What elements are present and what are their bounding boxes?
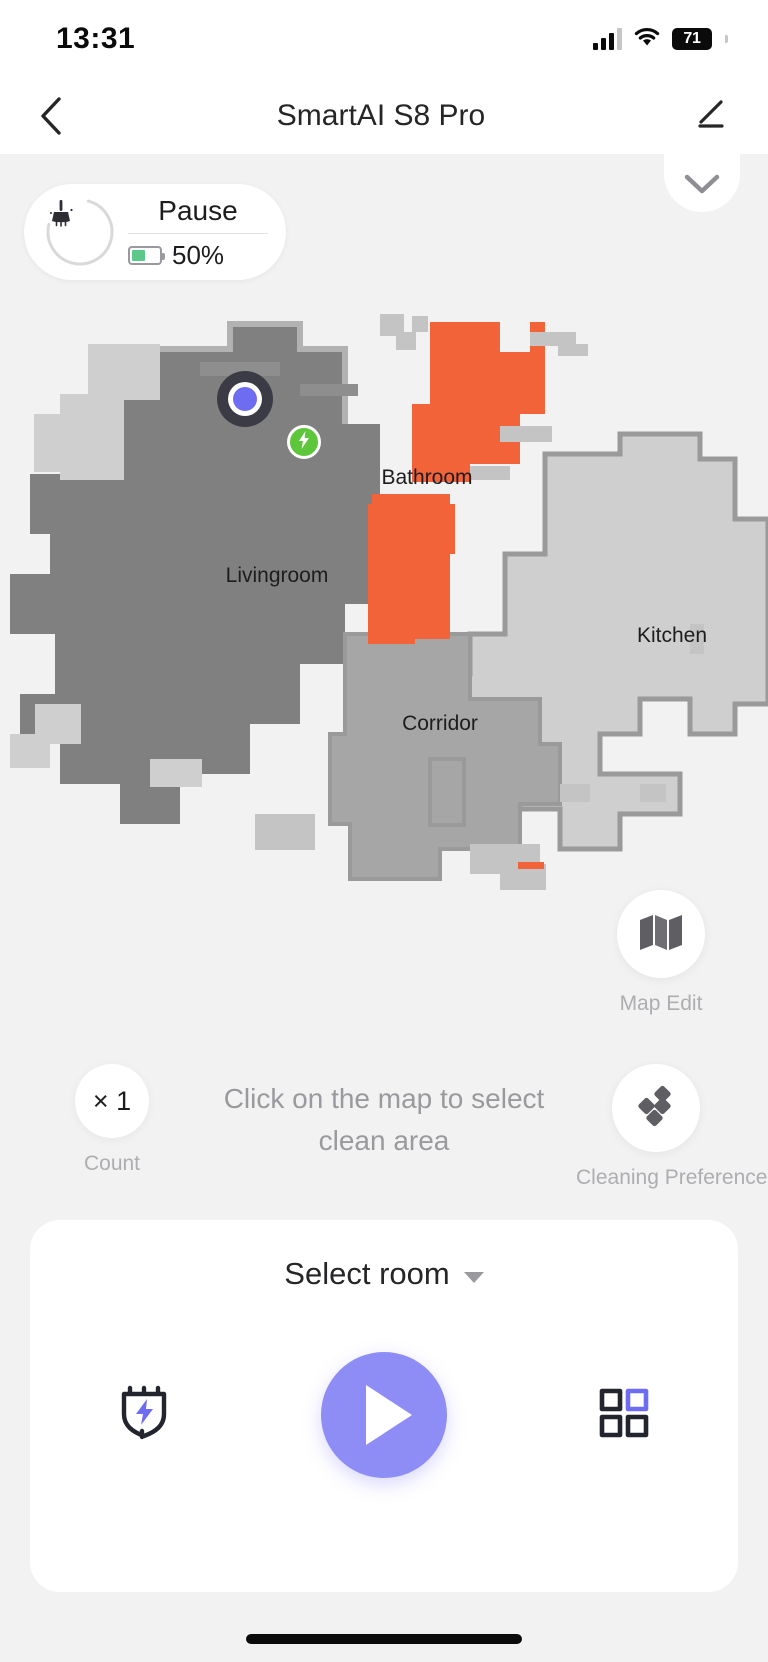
count-button[interactable]: × 1 bbox=[75, 1064, 149, 1138]
chevron-down-icon bbox=[684, 173, 720, 200]
cellular-signal-icon bbox=[593, 28, 622, 50]
room-selector[interactable]: Select room bbox=[30, 1220, 738, 1292]
count-label: Count bbox=[83, 1152, 141, 1175]
start-cleaning-button[interactable] bbox=[321, 1352, 447, 1478]
cleaning-preference-button[interactable] bbox=[612, 1064, 700, 1152]
back-button[interactable] bbox=[28, 93, 74, 139]
map-edit-button[interactable] bbox=[617, 890, 705, 978]
battery-icon bbox=[128, 245, 165, 265]
status-bar-time: 13:31 bbox=[56, 22, 136, 55]
room-label-corridor[interactable]: Corridor bbox=[402, 712, 478, 736]
diamond-cluster-icon bbox=[633, 1083, 679, 1134]
battery-level-text: 71 bbox=[672, 28, 712, 50]
count-control[interactable]: × 1 Count bbox=[32, 1064, 192, 1176]
divider bbox=[128, 232, 268, 234]
floor-map[interactable]: Livingroom Bathroom Kitchen Corridor bbox=[0, 304, 768, 924]
return-to-dock-button[interactable] bbox=[108, 1379, 180, 1451]
status-card-info: Pause 50% bbox=[128, 194, 270, 271]
room-grid-icon bbox=[596, 1385, 652, 1446]
charging-dock-marker[interactable] bbox=[287, 425, 321, 459]
room-label-bathroom[interactable]: Bathroom bbox=[381, 466, 472, 490]
charging-dock-shield-icon bbox=[118, 1384, 170, 1447]
map-edit-control[interactable]: Map Edit bbox=[596, 890, 726, 1016]
status-card-battery: 50% bbox=[128, 240, 268, 271]
battery-icon: 71 bbox=[672, 28, 728, 50]
sheet-controls bbox=[30, 1352, 738, 1478]
robot-marker-ring bbox=[228, 382, 262, 416]
caret-down-icon bbox=[463, 1271, 484, 1283]
folded-map-icon bbox=[638, 912, 684, 957]
wifi-icon bbox=[633, 26, 661, 52]
status-bar: 13:31 71 bbox=[0, 0, 768, 78]
app-screen: 13:31 71 SmartAI S8 Pro Pause 50% Living… bbox=[0, 0, 768, 1662]
status-card[interactable]: Pause 50% bbox=[24, 184, 286, 280]
home-indicator bbox=[246, 1634, 522, 1644]
floor-map-svg bbox=[10, 314, 768, 890]
navigation-bar: SmartAI S8 Pro bbox=[0, 78, 768, 154]
map-controls-row: × 1 Count Click on the map to select cle… bbox=[0, 1064, 768, 1190]
robot-position-marker[interactable] bbox=[217, 371, 273, 427]
room-selection-button[interactable] bbox=[588, 1379, 660, 1451]
room-label-livingroom[interactable]: Livingroom bbox=[226, 564, 329, 588]
robot-marker-core bbox=[233, 387, 257, 411]
cleaning-progress-ring bbox=[44, 196, 116, 268]
page-title: SmartAI S8 Pro bbox=[276, 99, 486, 132]
map-panel[interactable]: Pause 50% Livingroom Bathroom Kitchen Co… bbox=[0, 154, 768, 1214]
room-selector-label: Select room bbox=[284, 1256, 450, 1291]
battery-percent-text: 50% bbox=[172, 239, 225, 270]
map-hint-text: Click on the map to select clean area bbox=[223, 1083, 545, 1156]
bottom-sheet: Select room bbox=[30, 1220, 738, 1592]
cleaning-preference-control[interactable]: Cleaning Preference bbox=[576, 1064, 768, 1190]
lightning-bolt-icon bbox=[296, 430, 312, 455]
map-orange-fragment bbox=[518, 862, 544, 869]
room-label-kitchen[interactable]: Kitchen bbox=[637, 624, 707, 648]
cleaning-state-text: Pause bbox=[158, 194, 238, 226]
collapse-panel-button[interactable] bbox=[664, 154, 740, 212]
cleaning-preference-label: Cleaning Preference bbox=[576, 1166, 768, 1189]
edit-button[interactable] bbox=[688, 93, 734, 139]
broom-cleaning-icon bbox=[44, 196, 116, 268]
map-edit-label: Map Edit bbox=[619, 992, 703, 1015]
status-bar-indicators: 71 bbox=[593, 26, 728, 52]
play-triangle-icon bbox=[366, 1385, 412, 1445]
